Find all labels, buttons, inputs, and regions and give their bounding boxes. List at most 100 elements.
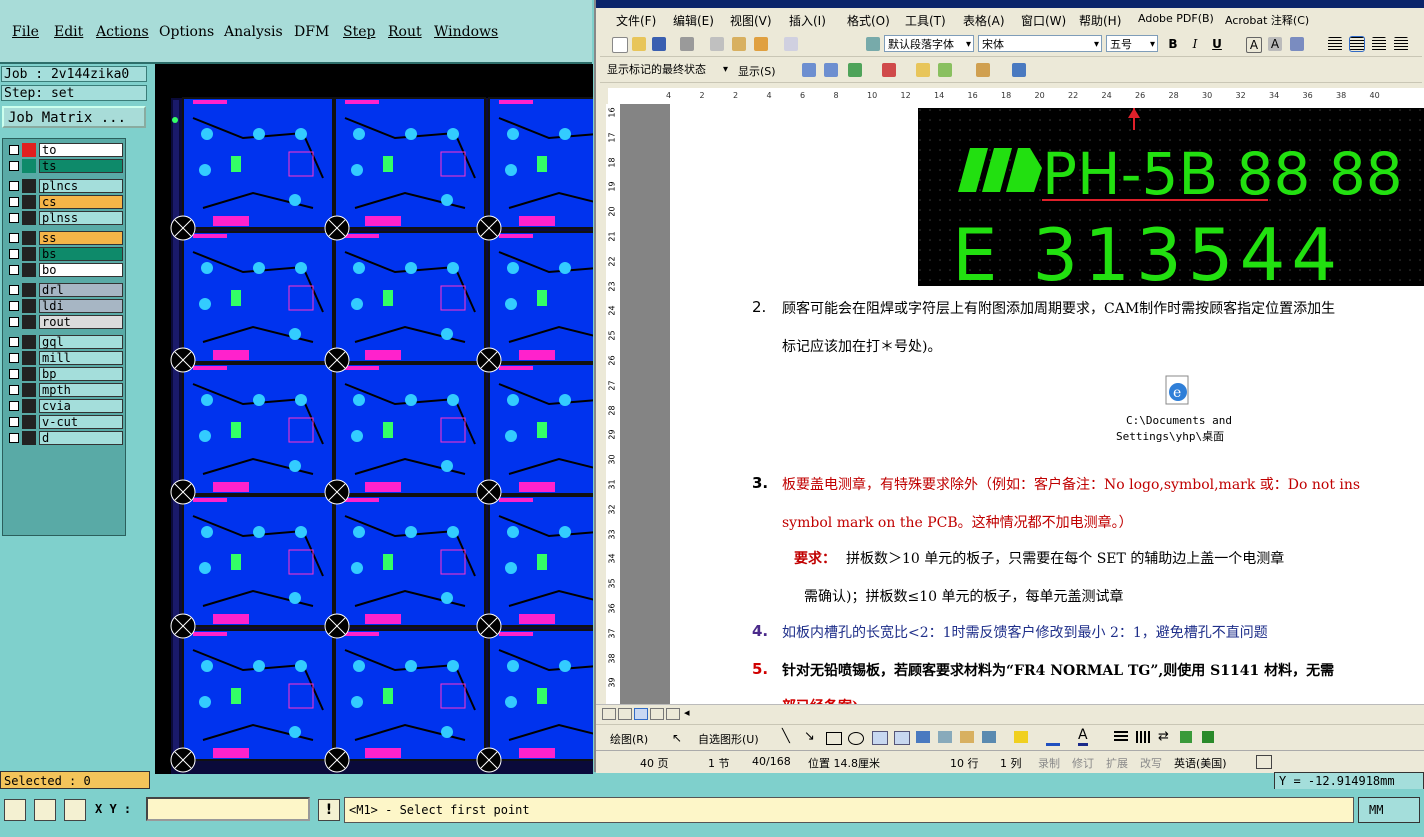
new-comment-icon[interactable] (916, 63, 930, 77)
select-objects-icon[interactable]: ↖ (672, 731, 682, 745)
status-extend[interactable]: 扩展 (1106, 755, 1128, 771)
layer-row-bo[interactable]: bo (5, 263, 123, 277)
wordart-icon[interactable] (916, 731, 930, 743)
units-toggle[interactable]: MM (1358, 797, 1420, 823)
layer-checkbox[interactable] (9, 433, 19, 443)
layer-color-swatch[interactable] (22, 299, 36, 313)
wmenu-insert[interactable]: 插入(I) (789, 12, 826, 29)
layer-name[interactable]: ss (39, 231, 123, 245)
bold-icon[interactable]: B (1166, 37, 1180, 51)
layer-checkbox[interactable] (9, 317, 19, 327)
normal-view-icon[interactable] (602, 708, 616, 720)
char-shading-icon[interactable]: A (1268, 37, 1282, 51)
layer-name[interactable]: mill (39, 351, 123, 365)
layer-color-swatch[interactable] (22, 159, 36, 173)
layer-row-ldi[interactable]: ldi (5, 299, 123, 313)
line-icon[interactable]: ╲ (782, 729, 790, 744)
layer-checkbox[interactable] (9, 353, 19, 363)
layer-name[interactable]: plnss (39, 211, 123, 225)
vertical-ruler[interactable]: 16 17 18 19 20 21 22 23 24 25 26 27 28 29 30 31 32 33 34 35… (606, 104, 621, 704)
layer-name[interactable]: plncs (39, 179, 123, 193)
document-page[interactable]: PH-5B 88 88 E 313544 2. 顾客可能会在阻焊或字符层上有附图… (670, 104, 1424, 704)
alert-icon[interactable]: ! (318, 799, 340, 821)
italic-icon[interactable]: I (1188, 37, 1202, 51)
layer-name[interactable]: ts (39, 159, 123, 173)
align-right-icon[interactable] (1372, 37, 1386, 51)
layer-color-swatch[interactable] (22, 211, 36, 225)
layer-checkbox[interactable] (9, 265, 19, 275)
fill-color-icon[interactable] (1014, 731, 1028, 743)
char-border-icon[interactable]: A (1246, 37, 1262, 53)
underline-icon[interactable]: U (1210, 37, 1224, 51)
cut-icon[interactable] (710, 37, 724, 51)
layer-row-v-cut[interactable]: v-cut (5, 415, 123, 429)
layer-name[interactable]: ldi (39, 299, 123, 313)
layer-checkbox[interactable] (9, 401, 19, 411)
layer-row-rout[interactable]: rout (5, 315, 123, 329)
autoshapes-menu[interactable]: 自选图形(U) (698, 731, 759, 747)
wmenu-edit[interactable]: 编辑(E) (673, 12, 714, 29)
next-change-icon[interactable] (824, 63, 838, 77)
layer-checkbox[interactable] (9, 161, 19, 171)
wmenu-view[interactable]: 视图(V) (730, 12, 772, 29)
layer-name[interactable]: to (39, 143, 123, 157)
layer-checkbox[interactable] (9, 301, 19, 311)
layer-row-cvia[interactable]: cvia (5, 399, 123, 413)
layer-name[interactable]: bs (39, 247, 123, 261)
layer-color-swatch[interactable] (22, 383, 36, 397)
show-menu[interactable]: 显示(S) (738, 63, 776, 79)
wmenu-adobe-pdf[interactable]: Adobe PDF(B) (1138, 12, 1214, 25)
wmenu-help[interactable]: 帮助(H) (1079, 12, 1121, 29)
prev-change-icon[interactable] (802, 63, 816, 77)
layer-row-ss[interactable]: ss (5, 231, 123, 245)
print-view-icon[interactable] (634, 708, 648, 720)
menu-edit[interactable]: Edit (54, 24, 83, 40)
menu-windows[interactable]: Windows (434, 24, 498, 40)
layer-row-bp[interactable]: bp (5, 367, 123, 381)
layer-checkbox[interactable] (9, 249, 19, 259)
3d-icon[interactable] (1202, 731, 1214, 743)
layer-row-plnss[interactable]: plnss (5, 211, 123, 225)
track-changes-icon[interactable] (976, 63, 990, 77)
layer-color-swatch[interactable] (22, 315, 36, 329)
wmenu-tools[interactable]: 工具(T) (905, 12, 946, 29)
justify-icon[interactable] (1328, 37, 1342, 51)
layer-row-plncs[interactable]: plncs (5, 179, 123, 193)
layer-name[interactable]: cvia (39, 399, 123, 413)
layer-checkbox[interactable] (9, 145, 19, 155)
layer-color-swatch[interactable] (22, 335, 36, 349)
clipart-icon[interactable] (960, 731, 974, 743)
graphic-canvas[interactable] (155, 64, 593, 774)
layer-color-swatch[interactable] (22, 431, 36, 445)
layer-row-gql[interactable]: gql (5, 335, 123, 349)
layer-checkbox[interactable] (9, 285, 19, 295)
status-language[interactable]: 英语(美国) (1174, 755, 1227, 771)
paste-icon[interactable] (732, 37, 746, 51)
save-icon[interactable] (652, 37, 666, 51)
layer-row-d[interactable]: d (5, 431, 123, 445)
layer-checkbox[interactable] (9, 197, 19, 207)
rectangle-icon[interactable] (826, 732, 842, 745)
wmenu-format[interactable]: 格式(O) (847, 12, 890, 29)
layer-checkbox[interactable] (9, 369, 19, 379)
layer-color-swatch[interactable] (22, 283, 36, 297)
layer-row-ts[interactable]: ts (5, 159, 123, 173)
menu-analysis[interactable]: Analysis (224, 24, 283, 40)
layer-row-bs[interactable]: bs (5, 247, 123, 261)
menu-options[interactable]: Options (159, 24, 214, 40)
vertical-textbox-icon[interactable] (894, 731, 910, 745)
layer-color-swatch[interactable] (22, 263, 36, 277)
line-style-icon[interactable] (1114, 731, 1128, 743)
layer-row-cs[interactable]: cs (5, 195, 123, 209)
layer-color-swatch[interactable] (22, 143, 36, 157)
layer-name[interactable]: drl (39, 283, 123, 297)
status-overtype[interactable]: 改写 (1140, 755, 1162, 771)
layer-checkbox[interactable] (9, 417, 19, 427)
layer-color-swatch[interactable] (22, 195, 36, 209)
dash-style-icon[interactable] (1136, 731, 1150, 743)
font-color-icon[interactable]: A (1078, 727, 1088, 746)
shadow-icon[interactable] (1180, 731, 1192, 743)
draw-menu[interactable]: 绘图(R) (610, 731, 648, 747)
layer-color-swatch[interactable] (22, 351, 36, 365)
char-scale-icon[interactable] (1290, 37, 1304, 51)
